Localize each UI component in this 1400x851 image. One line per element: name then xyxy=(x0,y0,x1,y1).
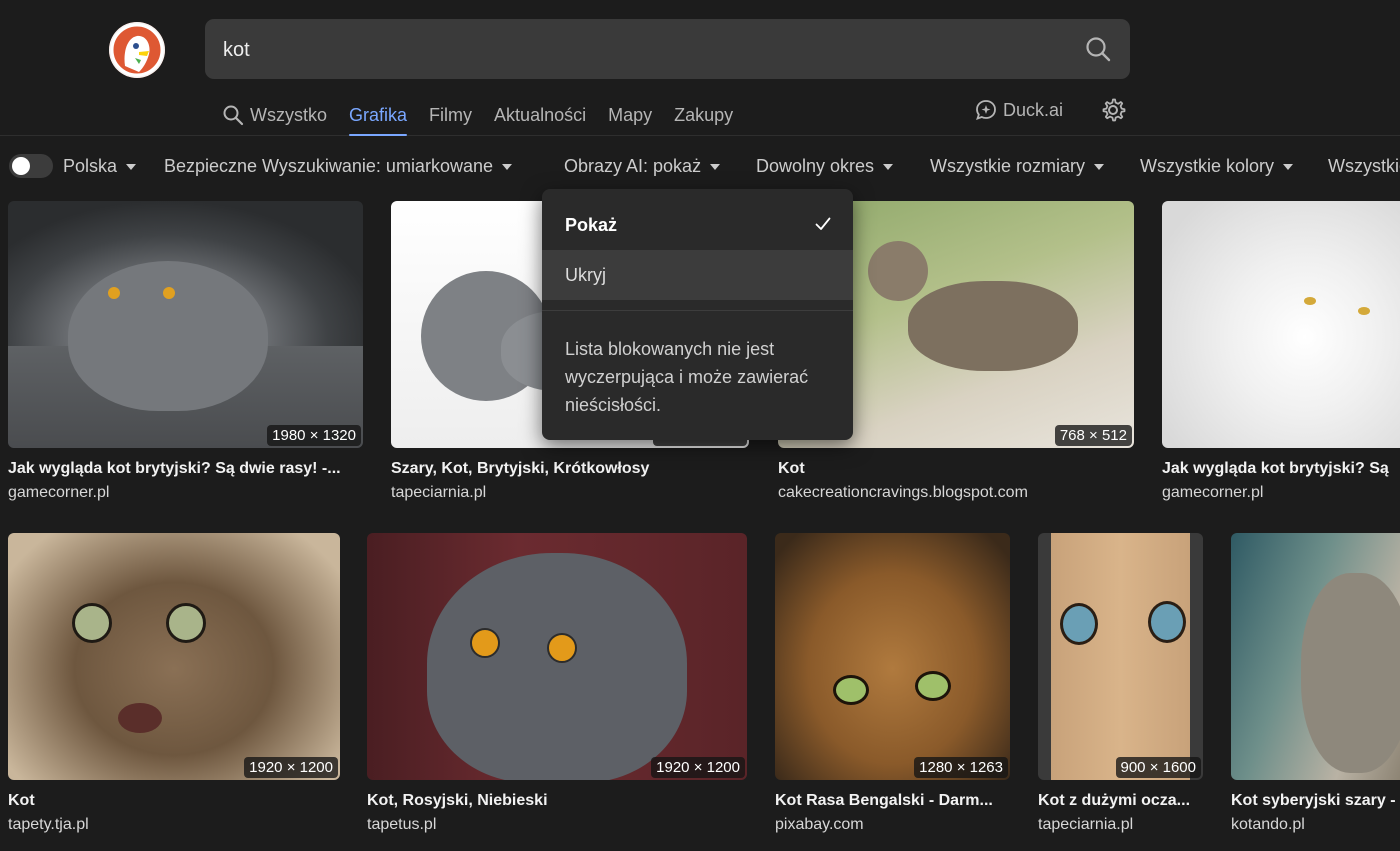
tab-all[interactable]: Wszystko xyxy=(222,96,327,134)
dropdown-option-show[interactable]: Pokaż xyxy=(542,200,853,250)
filter-label: Bezpieczne Wyszukiwanie: umiarkowane xyxy=(164,155,493,176)
caret-down-icon xyxy=(883,164,894,170)
search-icon[interactable] xyxy=(1084,35,1112,63)
result-source[interactable]: tapety.tja.pl xyxy=(8,816,340,834)
region-toggle[interactable] xyxy=(9,154,53,178)
header: Wszystko Grafika Filmy Aktualności Mapy … xyxy=(0,0,1400,136)
tab-label: Mapy xyxy=(608,104,653,125)
tab-images[interactable]: Grafika xyxy=(349,96,408,136)
tab-maps[interactable]: Mapy xyxy=(608,96,652,134)
search-input[interactable] xyxy=(221,19,1065,81)
result-title[interactable]: Kot xyxy=(8,792,340,810)
tab-label: Filmy xyxy=(429,104,473,125)
divider xyxy=(542,310,853,311)
result-title[interactable]: Kot Rasa Bengalski - Darm... xyxy=(775,792,1010,810)
caret-down-icon xyxy=(1094,164,1105,170)
caret-down-icon xyxy=(126,164,137,170)
image-thumbnail[interactable]: 1920 × 1200 xyxy=(8,533,340,780)
filter-label: Wszystkie rozmiary xyxy=(930,155,1086,176)
dropdown-note: Lista blokowanych nie jest wyczerpująca … xyxy=(565,339,809,415)
result-source[interactable]: tapetus.pl xyxy=(367,816,747,834)
result-title[interactable]: Jak wygląda kot brytyjski? Są xyxy=(1162,460,1400,478)
image-dimensions: 768 × 512 xyxy=(1054,425,1132,446)
result-title[interactable]: Szary, Kot, Brytyjski, Krótkowłosy xyxy=(391,460,749,478)
search-icon xyxy=(223,105,244,126)
tab-label: Aktualności xyxy=(494,104,587,125)
result-source[interactable]: cakecreationcravings.blogspot.com xyxy=(778,484,1134,502)
dropdown-option-hide[interactable]: Ukryj xyxy=(542,250,853,300)
result-title[interactable]: Kot syberyjski szary - xyxy=(1231,792,1400,810)
region-filter[interactable]: Polska xyxy=(63,154,137,178)
caret-down-icon xyxy=(710,164,721,170)
result-title[interactable]: Kot z dużymi ocza... xyxy=(1038,792,1203,810)
ai-images-filter[interactable]: Obrazy AI: pokaż xyxy=(564,154,721,178)
duckduckgo-logo[interactable] xyxy=(109,22,165,78)
image-dimensions: 1920 × 1200 xyxy=(651,757,745,778)
image-dimensions: 900 × 1600 xyxy=(1115,757,1201,778)
duckai-button[interactable]: Duck.ai xyxy=(975,98,1063,122)
image-thumbnail[interactable]: 1980 × 1320 xyxy=(8,201,363,448)
search-tabs: Wszystko Grafika Filmy Aktualności Mapy … xyxy=(222,96,733,136)
tab-label: Zakupy xyxy=(674,104,734,125)
result-source[interactable]: kotando.pl xyxy=(1231,816,1400,834)
toggle-knob xyxy=(12,157,30,175)
duckai-label: Duck.ai xyxy=(1003,99,1064,120)
filter-label: Polska xyxy=(63,155,118,176)
tab-label: Grafika xyxy=(349,104,408,125)
result-source[interactable]: tapeciarnia.pl xyxy=(391,484,749,502)
filter-label: Wszystkie kolory xyxy=(1140,155,1275,176)
time-filter[interactable]: Dowolny okres xyxy=(756,154,894,178)
result-source[interactable]: pixabay.com xyxy=(775,816,1010,834)
image-thumbnail[interactable] xyxy=(1162,201,1400,448)
image-thumbnail[interactable]: 900 × 1600 xyxy=(1038,533,1203,780)
tab-label: Wszystko xyxy=(250,104,328,125)
option-label: Ukryj xyxy=(565,264,606,285)
image-thumbnail[interactable] xyxy=(1231,533,1400,780)
safe-search-filter[interactable]: Bezpieczne Wyszukiwanie: umiarkowane xyxy=(164,154,512,178)
filter-label: Wszystkie xyxy=(1328,155,1400,176)
image-thumbnail[interactable]: 1280 × 1263 xyxy=(775,533,1010,780)
caret-down-icon xyxy=(1283,164,1294,170)
result-source[interactable]: tapeciarnia.pl xyxy=(1038,816,1203,834)
caret-down-icon xyxy=(501,164,512,170)
result-title[interactable]: Kot, Rosyjski, Niebieski xyxy=(367,792,747,810)
filter-label: Obrazy AI: pokaż xyxy=(564,155,702,176)
gear-icon[interactable] xyxy=(1100,97,1126,123)
image-dimensions: 1280 × 1263 xyxy=(914,757,1008,778)
image-dimensions: 1920 × 1200 xyxy=(244,757,338,778)
search-box xyxy=(205,19,1130,81)
type-filter[interactable]: Wszystkie xyxy=(1328,154,1400,178)
checkmark-icon xyxy=(815,217,831,230)
tab-shopping[interactable]: Zakupy xyxy=(674,96,733,134)
option-label: Pokaż xyxy=(565,214,618,235)
result-source[interactable]: gamecorner.pl xyxy=(8,484,363,502)
tab-videos[interactable]: Filmy xyxy=(429,96,472,134)
color-filter[interactable]: Wszystkie kolory xyxy=(1140,154,1294,178)
size-filter[interactable]: Wszystkie rozmiary xyxy=(930,154,1105,178)
filter-label: Dowolny okres xyxy=(756,155,875,176)
image-dimensions: 1980 × 1320 xyxy=(267,425,361,446)
result-source[interactable]: gamecorner.pl xyxy=(1162,484,1400,502)
duckai-icon xyxy=(976,100,996,120)
result-title[interactable]: Kot xyxy=(778,460,1134,478)
tab-news[interactable]: Aktualności xyxy=(494,96,586,134)
ai-images-dropdown: Pokaż Ukryj Lista blokowanych nie jest w… xyxy=(542,189,853,440)
result-title[interactable]: Jak wygląda kot brytyjski? Są dwie rasy!… xyxy=(8,460,363,478)
image-thumbnail[interactable]: 1920 × 1200 xyxy=(367,533,747,780)
